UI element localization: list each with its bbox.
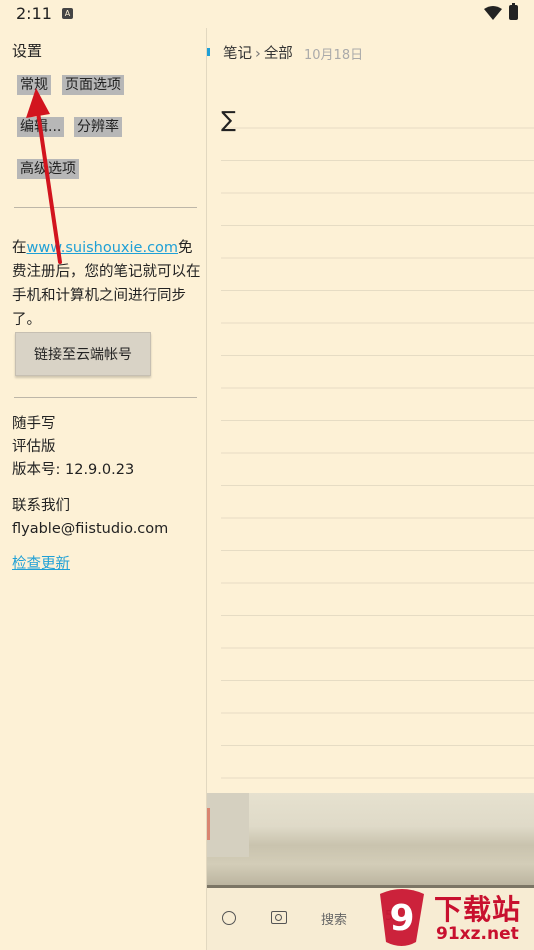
circle-icon[interactable] (222, 911, 236, 925)
camera-icon[interactable] (271, 911, 287, 924)
tab-advanced[interactable]: 高级选项 (17, 159, 79, 179)
status-time: 2:11 (16, 4, 52, 23)
breadcrumb: 笔记 › 全部 (223, 42, 293, 63)
tab-page-options[interactable]: 页面选项 (62, 75, 124, 95)
breadcrumb-root[interactable]: 笔记 (223, 46, 252, 62)
page-marker (207, 808, 210, 840)
note-content: ∑ (221, 108, 236, 133)
search-button[interactable]: 搜索 (321, 909, 347, 928)
tab-general[interactable]: 常规 (17, 75, 51, 95)
about-section: 随手写 评估版 版本号: 12.9.0.23 (12, 413, 134, 482)
website-link[interactable]: www.suishouxie.com (27, 240, 179, 256)
thumbnail-strip (207, 793, 534, 888)
ruled-note-page[interactable] (221, 96, 534, 796)
cloud-sync-info: 在www.suishouxie.com免费注册后，您的笔记就可以在手机和计算机之… (12, 236, 202, 332)
breadcrumb-current[interactable]: 全部 (264, 46, 293, 62)
watermark: 9 下载站 91xz.net (372, 886, 532, 948)
check-update-link[interactable]: 检查更新 (12, 552, 70, 573)
contact-section: 联系我们 flyable@fiistudio.com (12, 495, 168, 541)
battery-icon (509, 3, 518, 20)
divider (14, 207, 197, 208)
watermark-logo-text: 9 (389, 898, 414, 939)
app-name: 随手写 (12, 416, 56, 432)
contact-label: 联系我们 (12, 498, 70, 514)
watermark-brand-cn: 下载站 (434, 893, 522, 926)
divider (14, 397, 197, 398)
info-prefix: 在 (12, 240, 27, 256)
edition-label: 评估版 (12, 439, 56, 455)
watermark-logo: 9 (380, 889, 424, 946)
wifi-icon (484, 6, 502, 20)
tab-resolution[interactable]: 分辨率 (74, 117, 122, 137)
link-cloud-account-button[interactable]: 链接至云端帐号 (15, 332, 151, 376)
status-bar: 2:11 A (0, 0, 534, 28)
note-date: 10月18日 (304, 48, 364, 63)
contact-email: flyable@fiistudio.com (12, 521, 169, 537)
accent-bar (207, 48, 210, 56)
settings-title: 设置 (12, 42, 43, 60)
notification-icon: A (62, 8, 73, 19)
tab-edit[interactable]: 编辑... (17, 117, 65, 137)
version-label: 版本号: 12.9.0.23 (12, 462, 135, 478)
page-thumbnail[interactable] (207, 793, 249, 857)
notes-panel: 笔记›全部 10月18日 ∑ 搜索 5/ (207, 28, 534, 950)
watermark-brand-url: 91xz.net (436, 924, 519, 944)
chevron-right-icon: › (255, 46, 261, 62)
settings-panel: 设置 常规 页面选项 编辑... 分辨率 高级选项 在www.suishouxi… (0, 28, 207, 950)
